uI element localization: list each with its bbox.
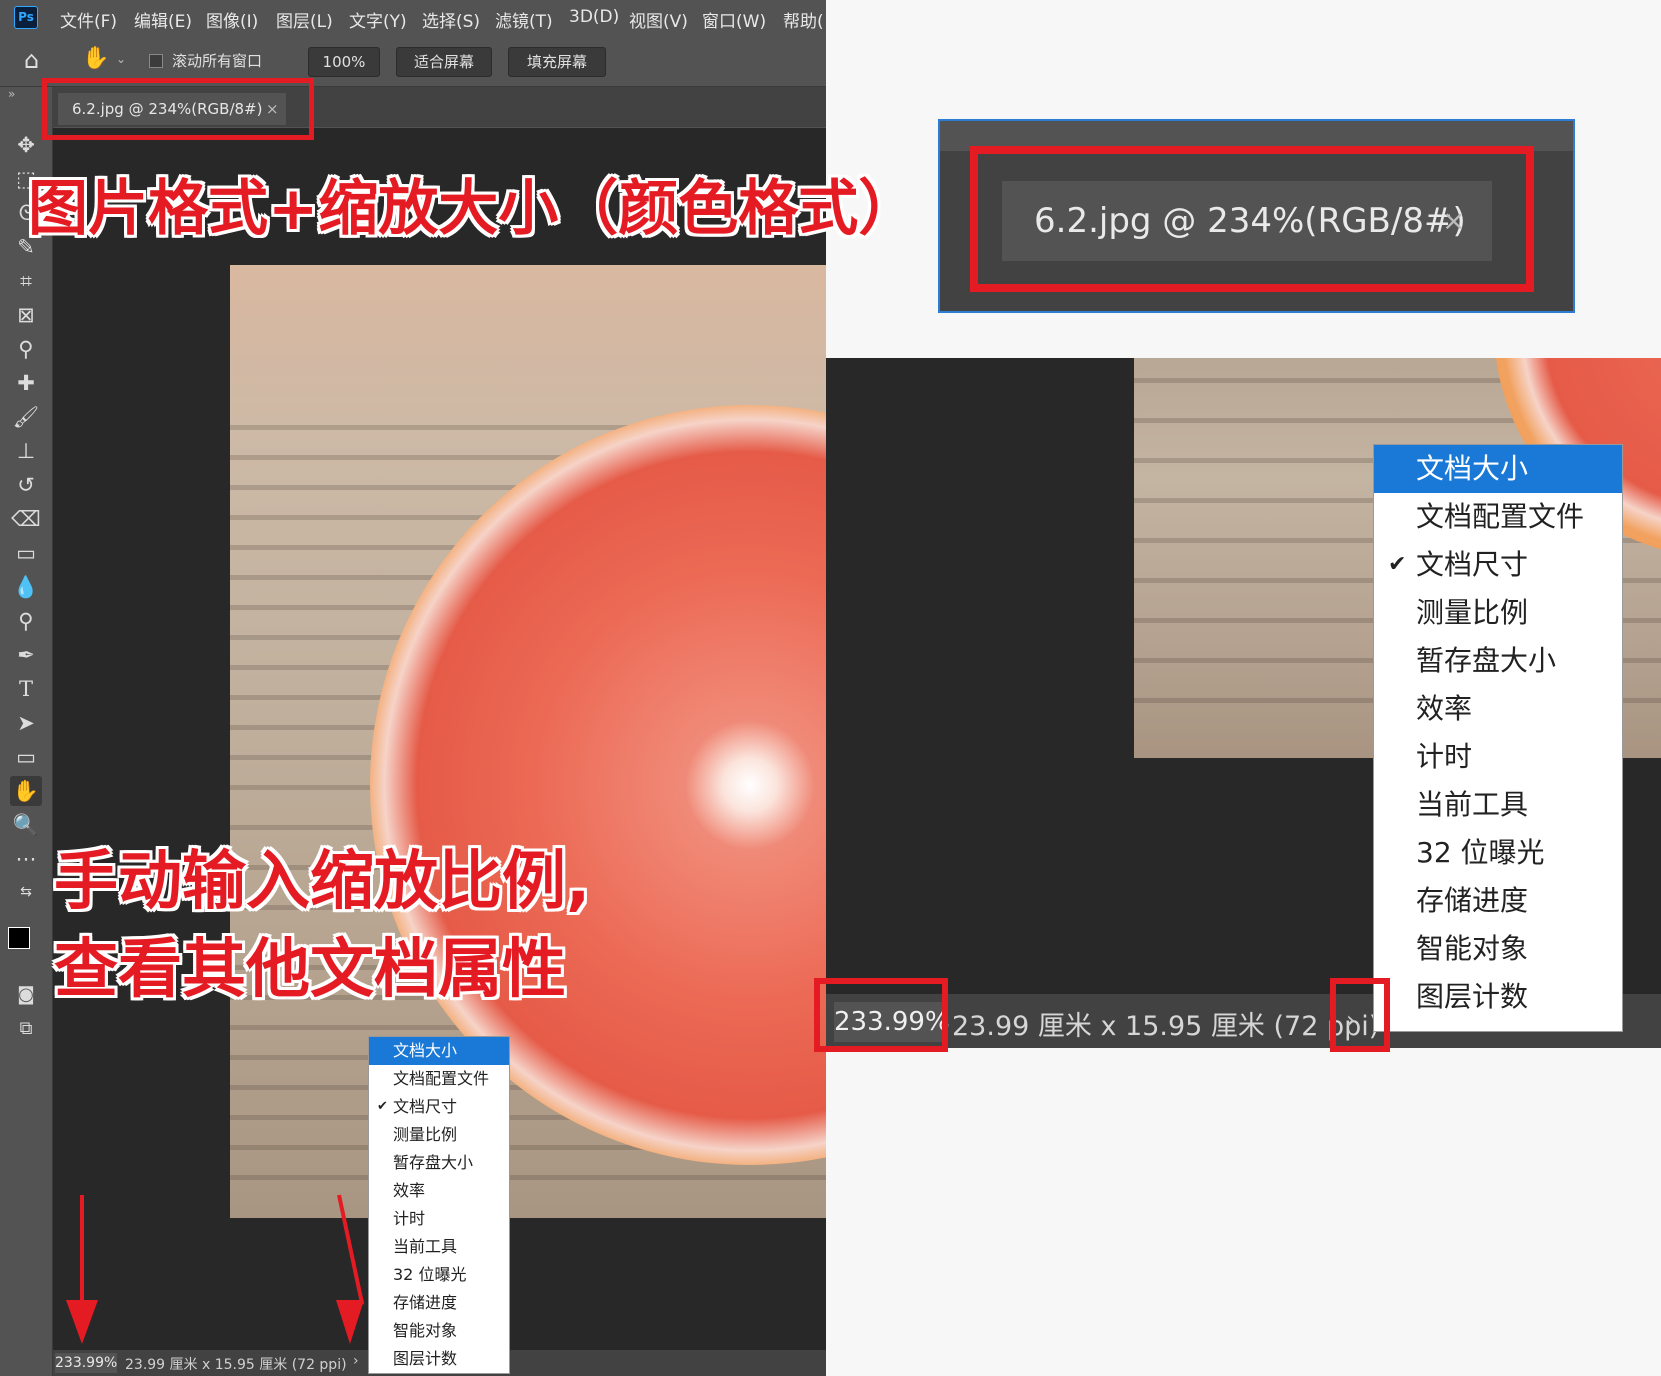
- history-brush-tool-icon[interactable]: ↺: [10, 470, 42, 500]
- scroll-all-label: 滚动所有窗口: [172, 52, 263, 70]
- highlight-zoomed-tab-box: [970, 146, 1534, 292]
- rectangle-tool-icon[interactable]: ▭: [10, 742, 42, 772]
- fit-screen-button[interactable]: 适合屏幕: [396, 47, 492, 77]
- document-image: [230, 265, 826, 1218]
- stamp-tool-icon[interactable]: ⊥: [10, 436, 42, 466]
- menu-item-layer-count[interactable]: 图层计数: [369, 1345, 509, 1373]
- swap-colors-icon[interactable]: ⇆: [10, 877, 42, 907]
- menu-item-measurement-scale[interactable]: 测量比例: [369, 1121, 509, 1149]
- move-tool-icon[interactable]: ✥: [10, 130, 42, 160]
- zoomed-menu-item-doc-profile: 文档配置文件: [1416, 500, 1585, 533]
- gradient-tool-icon[interactable]: ▭: [10, 538, 42, 568]
- zoomed-menu-item-timing: 计时: [1416, 740, 1473, 773]
- pen-tool-icon[interactable]: ✒: [10, 640, 42, 670]
- eyedropper-tool-icon[interactable]: ⚲: [10, 334, 42, 364]
- menu-item-current-tool[interactable]: 当前工具: [369, 1233, 509, 1261]
- zoomed-menu-item-save-progress: 存储进度: [1416, 884, 1529, 917]
- caption-bottom-line1: 手动输入缩放比例,: [54, 845, 591, 919]
- caption-top: 图片格式+缩放大小（颜色格式）: [28, 174, 919, 244]
- menu-item-32bit-exposure[interactable]: 32 位曝光: [369, 1261, 509, 1289]
- zoomed-menu-item-measurement-scale: 测量比例: [1416, 596, 1529, 629]
- blur-tool-icon[interactable]: 💧: [10, 572, 42, 602]
- quick-mask-icon[interactable]: ◙: [10, 980, 42, 1010]
- zoomed-doc-size-text: 23.99 厘米 x 15.95 厘米 (72 ppi): [952, 1011, 1380, 1042]
- menu-help[interactable]: 帮助(: [783, 7, 824, 32]
- hand-tool-icon[interactable]: ✋: [82, 46, 109, 71]
- menu-item-smart-objects[interactable]: 智能对象: [369, 1317, 509, 1345]
- zoomed-menu-item-smart-objects: 智能对象: [1416, 932, 1529, 965]
- menu-bar: Ps 文件(F) 编辑(E) 图像(I) 图层(L) 文字(Y) 选择(S) 滤…: [0, 0, 826, 34]
- more-tools-icon[interactable]: ⋯: [10, 844, 42, 874]
- zoomed-menu-item-scratch-size: 暂存盘大小: [1416, 644, 1557, 677]
- menu-3d[interactable]: 3D(D): [569, 7, 619, 27]
- menu-select[interactable]: 选择(S): [422, 7, 480, 32]
- menu-window[interactable]: 窗口(W): [702, 7, 766, 32]
- menu-item-doc-size[interactable]: 文档大小: [369, 1037, 509, 1065]
- type-tool-icon[interactable]: T: [10, 674, 42, 704]
- arrow-head-right: [336, 1300, 364, 1344]
- caption-bottom-line2: 查看其他文档属性: [54, 933, 566, 1007]
- chevron-down-icon[interactable]: ⌄: [116, 52, 126, 66]
- expand-panel-icon[interactable]: »: [8, 87, 15, 101]
- menu-file[interactable]: 文件(F): [60, 7, 117, 32]
- check-icon: ✔: [377, 1099, 388, 1114]
- zoomed-menu-item-current-tool: 当前工具: [1416, 788, 1529, 821]
- highlight-tab-box: [42, 78, 314, 140]
- dodge-tool-icon[interactable]: ⚲: [10, 606, 42, 636]
- zoomed-menu-item-32bit-exposure: 32 位曝光: [1416, 836, 1545, 869]
- zoomed-menu-item-label: 文档尺寸: [1416, 548, 1529, 581]
- menu-filter[interactable]: 滤镜(T): [495, 7, 553, 32]
- menu-view[interactable]: 视图(V): [629, 7, 688, 32]
- screen-mode-icon[interactable]: ⧉: [10, 1014, 42, 1044]
- fill-screen-button[interactable]: 填充屏幕: [508, 47, 606, 77]
- menu-edit[interactable]: 编辑(E): [134, 7, 192, 32]
- arrow-head-left: [66, 1300, 98, 1344]
- scroll-all-checkbox[interactable]: [149, 54, 163, 68]
- zoom-input[interactable]: 233.99%: [55, 1353, 117, 1373]
- menu-item-save-progress[interactable]: 存储进度: [369, 1289, 509, 1317]
- home-icon[interactable]: ⌂: [24, 46, 39, 74]
- highlight-zoom-value-box: [814, 978, 948, 1052]
- menu-item-doc-dimensions[interactable]: ✔ 文档尺寸: [369, 1093, 509, 1121]
- brush-tool-icon[interactable]: 🖌: [10, 402, 42, 432]
- status-menu-arrow-icon[interactable]: ›: [353, 1353, 363, 1373]
- zoom-tool-icon[interactable]: 🔍: [10, 810, 42, 840]
- menu-item-timing[interactable]: 计时: [369, 1205, 509, 1233]
- eraser-tool-icon[interactable]: ⌫: [10, 504, 42, 534]
- zoomed-status-info-menu: 文档大小 文档配置文件 ✔ 文档尺寸 测量比例 暂存盘大小 效率 计时 当前工具 …: [1373, 444, 1623, 1032]
- photoshop-logo-icon: Ps: [14, 6, 38, 29]
- status-info-menu: 文档大小 文档配置文件 ✔ 文档尺寸 测量比例 暂存盘大小 效率 计时 当前工具 …: [368, 1036, 510, 1374]
- hand-tool-icon[interactable]: ✋: [10, 776, 42, 806]
- highlight-arrow-box: [1330, 978, 1390, 1052]
- menu-item-doc-profile[interactable]: 文档配置文件: [369, 1065, 509, 1093]
- zoomed-menu-item-efficiency: 效率: [1416, 692, 1473, 725]
- path-select-tool-icon[interactable]: ➤: [10, 708, 42, 738]
- foreground-color-swatch[interactable]: [8, 927, 30, 949]
- doc-size-text: 23.99 厘米 x 15.95 厘米 (72 ppi): [125, 1357, 347, 1373]
- menu-layer[interactable]: 图层(L): [276, 7, 333, 32]
- tools-panel: » ✥ ⬚ ᘓ ✎ ⌗ ⊠ ⚲ ✚ 🖌 ⊥ ↺ ⌫ ▭ 💧 ⚲ ✒ T ➤ ▭ …: [0, 87, 53, 1376]
- zoom-100-button[interactable]: 100%: [308, 47, 380, 77]
- menu-item-scratch-size[interactable]: 暂存盘大小: [369, 1149, 509, 1177]
- crop-tool-icon[interactable]: ⌗: [10, 266, 42, 296]
- zoomed-check-icon: ✔: [1388, 552, 1407, 577]
- zoomed-menu-item-layer-count: 图层计数: [1416, 980, 1529, 1013]
- menu-item-efficiency[interactable]: 效率: [369, 1177, 509, 1205]
- menu-type[interactable]: 文字(Y): [349, 7, 407, 32]
- menu-item-label: 文档尺寸: [393, 1097, 458, 1116]
- frame-tool-icon[interactable]: ⊠: [10, 300, 42, 330]
- zoomed-menu-item-doc-size: 文档大小: [1374, 445, 1622, 493]
- zoomed-menu-item-doc-dimensions: ✔ 文档尺寸: [1374, 541, 1622, 589]
- menu-image[interactable]: 图像(I): [206, 7, 258, 32]
- healing-brush-tool-icon[interactable]: ✚: [10, 368, 42, 398]
- arrow-line-left: [80, 1195, 84, 1305]
